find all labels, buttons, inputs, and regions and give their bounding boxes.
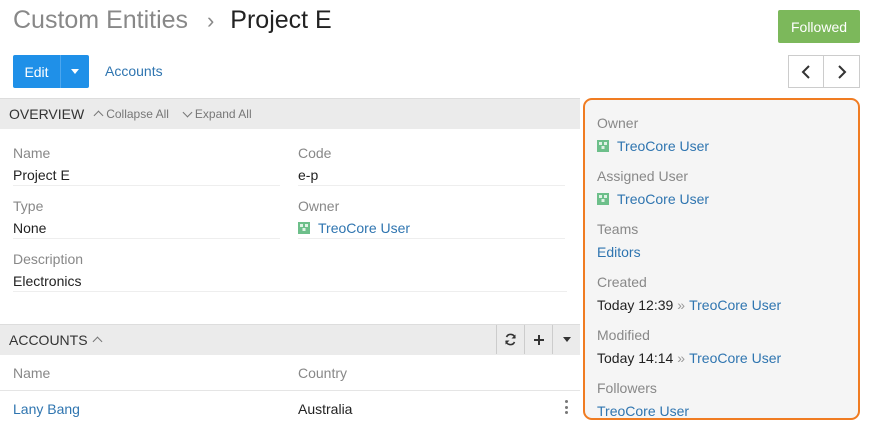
- column-header-country[interactable]: Country: [298, 365, 347, 381]
- edit-button[interactable]: Edit: [13, 55, 60, 88]
- field-label: Owner: [597, 115, 639, 131]
- plus-icon: [533, 334, 544, 345]
- field-value: Project E: [13, 165, 280, 186]
- field-value: TreoCore User: [597, 135, 852, 156]
- modified-separator: »: [677, 349, 686, 366]
- chevron-right-icon: [837, 64, 846, 79]
- accounts-menu-button[interactable]: [552, 325, 580, 354]
- record-nav: [788, 55, 860, 88]
- created-separator: »: [677, 296, 686, 313]
- collapse-all-link[interactable]: Collapse All: [93, 107, 169, 121]
- account-country: Australia: [298, 401, 353, 417]
- side-field-assigned-user: Assigned User TreoCore User: [597, 168, 852, 209]
- edit-dropdown-button[interactable]: [60, 55, 89, 88]
- field-label: Teams: [597, 221, 639, 237]
- accounts-link[interactable]: Accounts: [105, 63, 163, 79]
- field-value: TreoCore User: [597, 188, 852, 209]
- side-panel: Owner TreoCore User Assigned User TreoCo…: [583, 98, 860, 420]
- edit-button-group: Edit: [13, 55, 89, 88]
- field-label: Type: [13, 198, 44, 214]
- account-name-link[interactable]: Lany Bang: [13, 401, 80, 417]
- expand-all-label: Expand All: [194, 107, 252, 121]
- owner-link[interactable]: TreoCore User: [318, 220, 410, 236]
- field-label: Description: [13, 251, 84, 267]
- field-value: Today 14:14 » TreoCore User: [597, 347, 852, 368]
- chevron-down-icon: [182, 107, 193, 118]
- field-code: Code e-p: [298, 145, 565, 186]
- field-name: Name Project E: [13, 145, 280, 186]
- modified-by-link[interactable]: TreoCore User: [689, 350, 781, 366]
- user-avatar-icon: [298, 222, 310, 234]
- user-avatar-icon: [597, 139, 609, 152]
- side-field-modified: Modified Today 14:14 » TreoCore User: [597, 327, 852, 368]
- field-owner: Owner TreoCore User: [298, 198, 565, 239]
- accounts-panel-header: ACCOUNTS: [0, 324, 580, 355]
- overview-panel-header: OVERVIEW Collapse All Expand All: [0, 98, 580, 129]
- row-divider: [0, 390, 580, 391]
- breadcrumb: Custom Entities › Project E: [13, 6, 332, 35]
- user-avatar-icon: [597, 192, 609, 205]
- field-value: Today 12:39 » TreoCore User: [597, 294, 852, 315]
- breadcrumb-parent-link[interactable]: Custom Entities: [13, 6, 188, 34]
- accounts-collapse-icon[interactable]: [92, 336, 103, 347]
- field-type: Type None: [13, 198, 280, 239]
- field-label: Owner: [298, 198, 340, 214]
- field-label: Modified: [597, 327, 650, 343]
- field-value: TreoCore User: [298, 218, 565, 239]
- caret-down-icon: [71, 69, 79, 74]
- field-label: Followers: [597, 380, 657, 396]
- field-value: Electronics: [13, 271, 567, 292]
- breadcrumb-separator: ›: [207, 8, 215, 33]
- page-title: Project E: [230, 6, 332, 34]
- side-owner-link[interactable]: TreoCore User: [617, 138, 709, 154]
- field-label: Assigned User: [597, 168, 689, 184]
- side-field-created: Created Today 12:39 » TreoCore User: [597, 274, 852, 315]
- column-header-name[interactable]: Name: [13, 365, 50, 381]
- chevron-up-icon: [93, 110, 104, 121]
- field-label: Created: [597, 274, 647, 290]
- collapse-all-label: Collapse All: [106, 107, 169, 121]
- created-time: Today 12:39: [597, 296, 674, 313]
- side-field-teams: Teams Editors: [597, 221, 852, 262]
- field-value: TreoCore User: [597, 400, 852, 419]
- field-value: None: [13, 218, 280, 239]
- field-value: e-p: [298, 165, 565, 186]
- next-record-button[interactable]: [824, 55, 860, 88]
- accounts-toolbar: [496, 325, 580, 354]
- side-field-owner: Owner TreoCore User: [597, 115, 852, 156]
- side-assigned-user-link[interactable]: TreoCore User: [617, 191, 709, 207]
- chevron-left-icon: [801, 64, 810, 79]
- refresh-button[interactable]: [496, 325, 524, 354]
- modified-time: Today 14:14: [597, 349, 674, 366]
- side-field-followers: Followers TreoCore User: [597, 380, 852, 419]
- accounts-title: ACCOUNTS: [9, 332, 88, 348]
- kebab-menu-icon[interactable]: [565, 400, 569, 414]
- field-value: Editors: [597, 241, 852, 262]
- follower-link[interactable]: TreoCore User: [597, 403, 689, 419]
- caret-down-icon: [562, 337, 571, 342]
- created-by-link[interactable]: TreoCore User: [689, 297, 781, 313]
- field-label: Code: [298, 145, 332, 161]
- expand-all-link[interactable]: Expand All: [182, 107, 252, 121]
- previous-record-button[interactable]: [788, 55, 824, 88]
- refresh-icon: [505, 333, 516, 346]
- field-description: Description Electronics: [13, 251, 567, 292]
- side-teams-link[interactable]: Editors: [597, 244, 641, 260]
- add-account-button[interactable]: [524, 325, 552, 354]
- followed-button[interactable]: Followed: [778, 10, 860, 43]
- overview-title: OVERVIEW: [9, 106, 85, 122]
- field-label: Name: [13, 145, 51, 161]
